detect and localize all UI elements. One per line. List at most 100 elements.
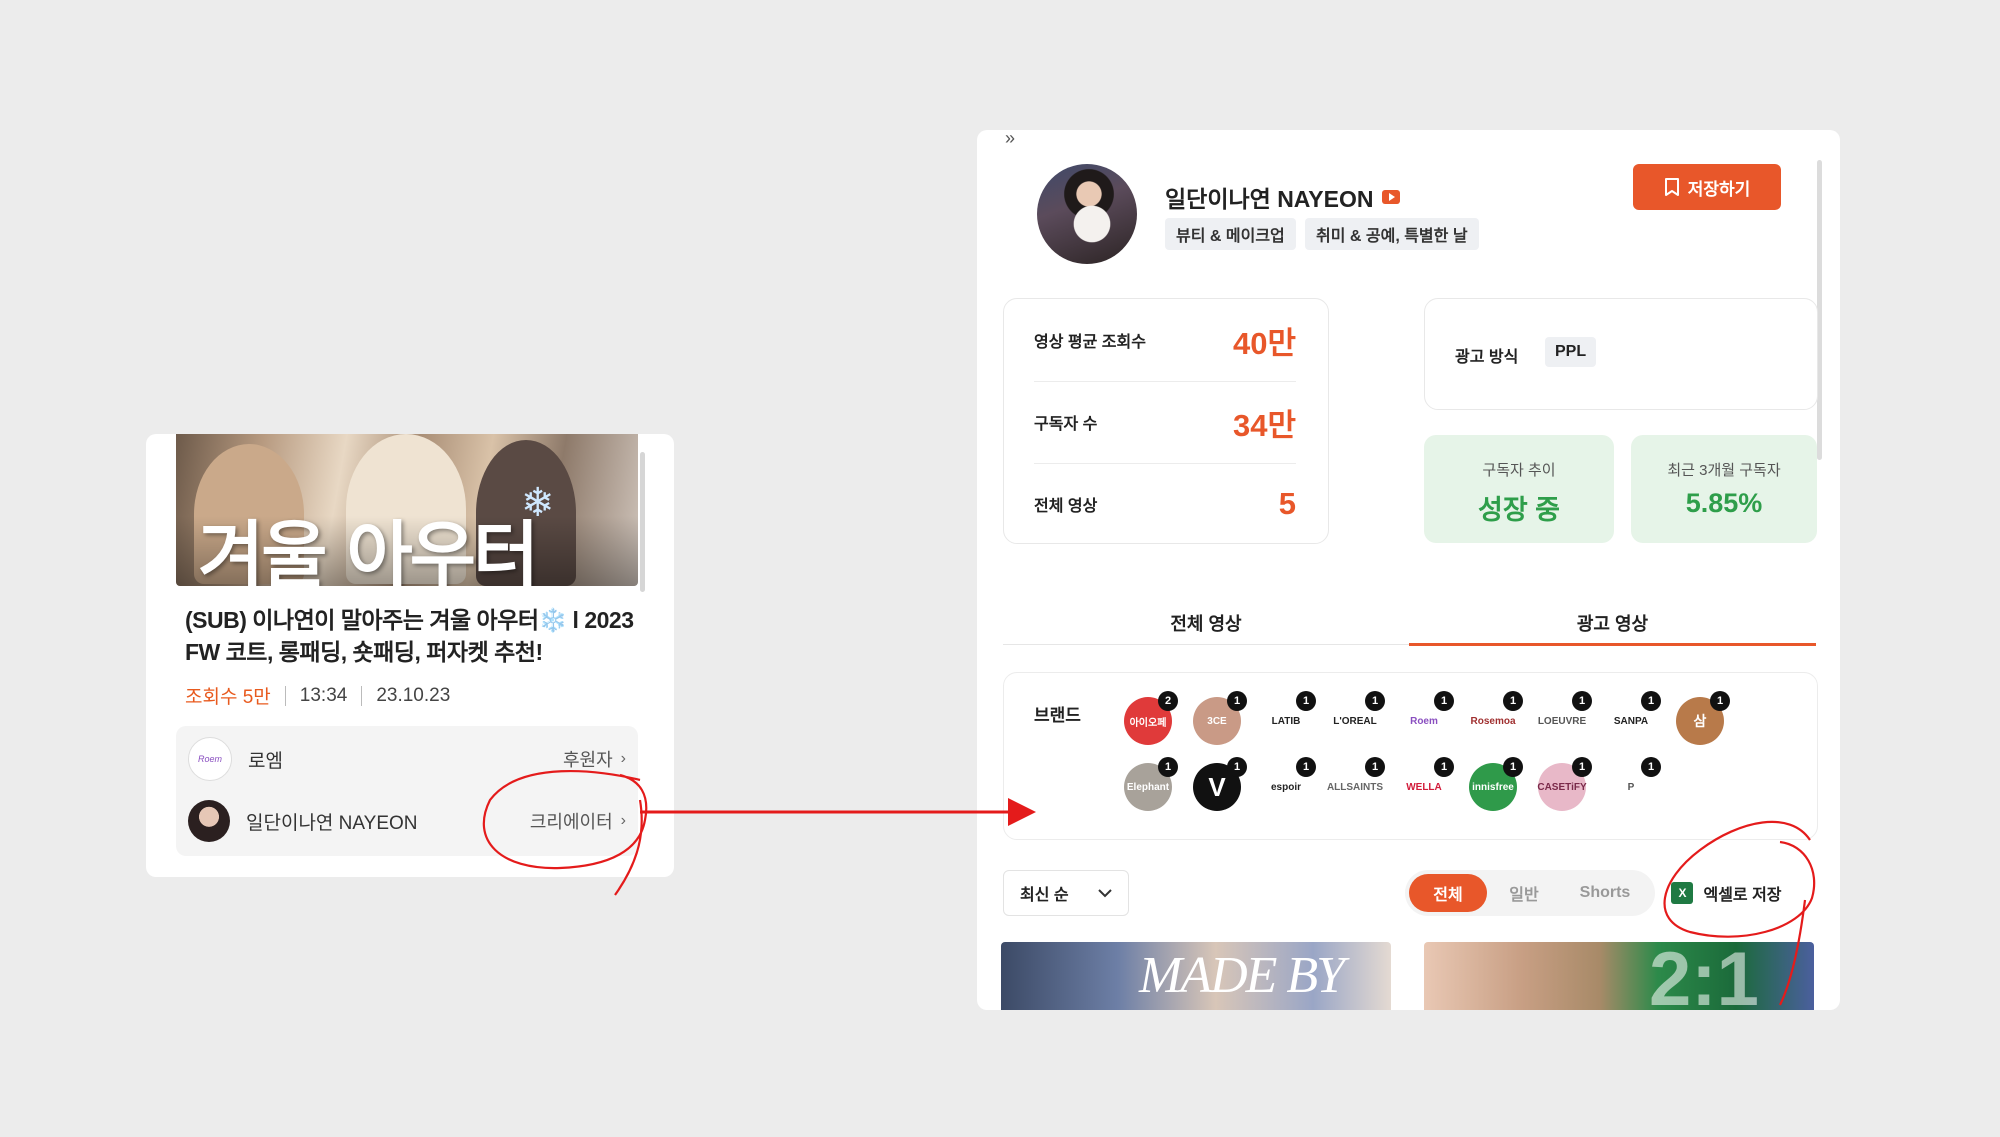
brand-logo[interactable]: Rosemoa 1 [1469,691,1523,745]
brand-count-badge: 1 [1572,691,1592,711]
brand-count-badge: 1 [1641,691,1661,711]
video-thumbnail[interactable]: MADE BY [1001,942,1391,1010]
brand-name: LATIB [1271,715,1301,727]
divider [284,685,286,706]
brand-logo[interactable]: LATIB 1 [1262,691,1316,745]
stat-label: 영상 평균 조회수 [1034,334,1146,351]
brand-logo[interactable]: espoir 1 [1262,757,1316,811]
brand-logo[interactable]: ALLSAINTS 1 [1327,757,1385,811]
upload-date: 23.10.23 [376,684,451,706]
video-title[interactable]: (SUB) 이나연이 말아주는 겨울 아우터❄️ l 2023 FW 코트, 롱… [185,604,635,668]
stat-avg-views: 영상 평균 조회수 40만 [1034,299,1296,382]
ad-type-card: 광고 방식 PPL [1424,298,1818,410]
thumbnail-text: 겨울 아우터 [198,513,539,586]
brand-name: WELLA [1406,781,1442,793]
creator-name: 일단이나연 NAYEON [246,812,418,834]
brand-count-badge: 1 [1227,757,1247,777]
filter-shorts[interactable]: Shorts [1561,874,1649,912]
category-tag: 취미 & 공예, 특별한 날 [1305,218,1479,250]
brand-count-badge: 1 [1503,691,1523,711]
view-count: 조회수 5만 [185,687,271,708]
brand-logo[interactable]: P1 [1607,757,1661,811]
brand-logo[interactable]: LOEUVRE 1 [1538,691,1592,745]
youtube-icon [1382,190,1401,204]
filter-all[interactable]: 전체 [1409,874,1487,912]
brand-count-badge: 1 [1572,757,1592,777]
brand-logo[interactable]: innisfree 1 [1469,757,1523,811]
brand-logo[interactable]: 3CE 1 [1193,691,1247,745]
brand-label: 브랜드 [1034,706,1081,725]
creator-row[interactable]: 일단이나연 NAYEON 크리에이터 › [188,796,626,846]
divider [361,685,363,706]
creator-role[interactable]: 크리에이터 › [530,808,626,834]
brand-count-badge: 1 [1710,691,1730,711]
excel-export-button[interactable]: X 엑셀로 저장 [1649,870,1804,916]
brand-logo[interactable]: L'OREAL 1 [1331,691,1385,745]
brand-logo[interactable]: CASETiFY 1 [1537,757,1592,811]
ad-type-label: 광고 방식 [1455,349,1519,366]
sponsor-row[interactable]: Roem 로엠 후원자 › [188,734,626,784]
brand-count-badge: 1 [1503,757,1523,777]
recent-growth-label: 최근 3개월 구독자 [1667,462,1781,479]
stat-total-videos: 전체 영상 5 [1034,463,1296,545]
brand-logo[interactable]: Roem 1 [1400,691,1454,745]
brand-name: innisfree [1472,781,1514,793]
brand-name: 삼 [1693,713,1707,729]
collapse-icon[interactable]: » [1005,130,1015,149]
brand-count-badge: 1 [1434,757,1454,777]
stats-card: 영상 평균 조회수 40만 구독자 수 34만 전체 영상 5 [1003,298,1329,544]
brand-name: V [1208,771,1226,802]
brand-logo[interactable]: 삼1 [1676,691,1730,745]
brand-logo[interactable]: V1 [1193,757,1247,811]
ad-type-tag: PPL [1545,337,1597,367]
filter-normal[interactable]: 일반 [1487,874,1561,912]
brand-name: L'OREAL [1333,715,1377,727]
brand-logo[interactable]: 아이오페 2 [1124,691,1178,745]
stat-value: 40만 [1232,325,1296,361]
brand-count-badge: 1 [1296,691,1316,711]
brand-name: Rosemoa [1470,715,1516,727]
brand-name: 아이오페 [1129,717,1167,729]
brand-name: Elephant [1126,781,1170,793]
brand-count-badge: 1 [1296,757,1316,777]
brand-count-badge: 1 [1158,757,1178,777]
brand-count-badge: 1 [1365,757,1385,777]
brand-count-badge: 1 [1227,691,1247,711]
video-duration: 13:34 [299,684,348,706]
video-card[interactable]: 겨울 아우터 ❄ (SUB) 이나연이 말아주는 겨울 아우터❄️ l 2023… [146,434,674,877]
sort-select[interactable]: 최신 순 [1003,870,1129,916]
brand-logo[interactable]: SANPA 1 [1607,691,1661,745]
category-tag: 뷰티 & 메이크업 [1165,218,1296,250]
tab-ad-videos[interactable]: 광고 영상 [1409,600,1816,646]
brand-card: 브랜드 아이오페 2 3CE 1 LATIB 1 L'OREAL 1 Roem 1 Rosemoa 1… [1003,672,1818,840]
video-type-filter: 전체 일반 Shorts [1405,870,1655,916]
people-box: Roem 로엠 후원자 › 일단이나연 NAYEON 크리에이터 › [176,726,638,856]
video-meta: 조회수 5만 13:34 23.10.23 [185,682,450,709]
tab-active-indicator [1409,643,1816,646]
trend-value: 성장 중 [1477,495,1561,525]
video-thumbnail[interactable]: 겨울 아우터 ❄ [176,434,638,586]
scrollbar[interactable] [640,452,645,592]
sponsor-name: 로엠 [248,750,283,772]
tab-all-videos[interactable]: 전체 영상 [1003,600,1409,646]
sponsor-role[interactable]: 후원자 › [563,746,626,772]
stat-value: 5 [1278,486,1296,521]
stat-value: 34만 [1232,407,1296,443]
brand-name: espoir [1270,781,1301,793]
save-button[interactable]: 저장하기 [1633,164,1781,210]
channel-avatar [1037,164,1137,264]
brand-count-badge: 1 [1641,757,1661,777]
subscriber-trend-card: 구독자 추이 성장 중 [1424,435,1614,543]
brand-logo[interactable]: WELLA 1 [1400,757,1454,811]
channel-panel: » 일단이나연 NAYEON 뷰티 & 메이크업 취미 & 공예, 특별한 날 … [977,130,1840,1010]
sponsor-avatar: Roem [188,737,232,781]
brand-name: P [1627,781,1635,793]
brand-logo[interactable]: Elephant 1 [1124,757,1178,811]
snowflake-icon: ❄ [521,481,555,525]
brand-count-badge: 1 [1434,691,1454,711]
stat-label: 전체 영상 [1034,498,1098,515]
channel-name[interactable]: 일단이나연 NAYEON [1165,180,1401,214]
brand-name: CASETiFY [1537,781,1587,793]
recent-growth-card: 최근 3개월 구독자 5.85% [1631,435,1817,543]
video-thumbnail[interactable]: 2:1 [1424,942,1814,1010]
